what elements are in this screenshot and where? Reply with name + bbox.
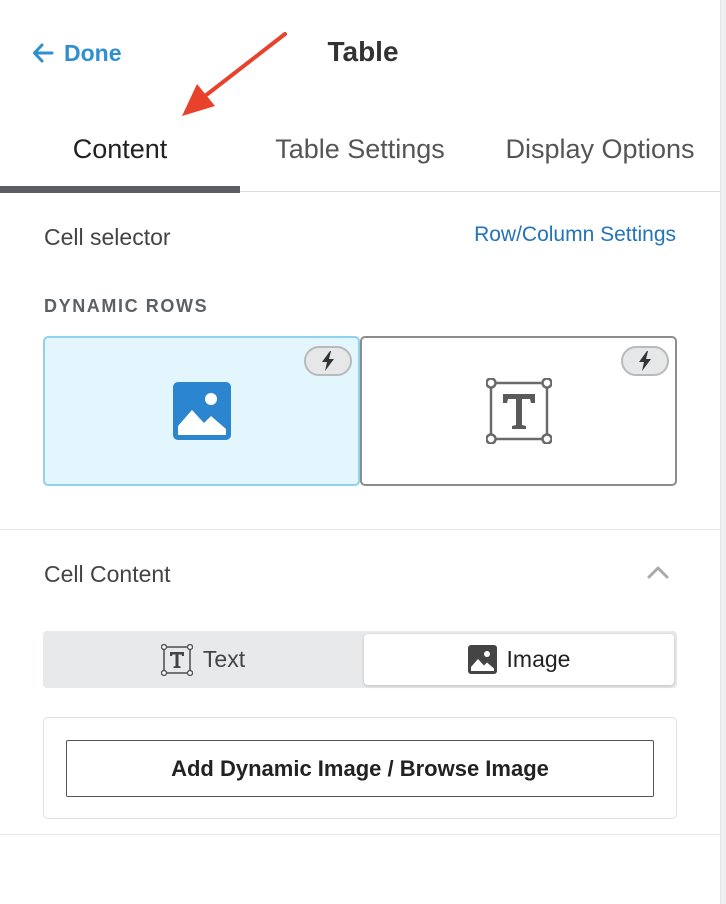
lightning-icon xyxy=(639,351,651,371)
add-dynamic-image-button[interactable]: Add Dynamic Image / Browse Image xyxy=(66,740,654,797)
tab-display-options[interactable]: Display Options xyxy=(480,108,720,192)
scrollbar-track[interactable] xyxy=(720,0,726,904)
toggle-image-button[interactable]: Image xyxy=(364,634,674,685)
toggle-image-label: Image xyxy=(506,646,571,672)
cell-image-selector[interactable] xyxy=(43,336,360,486)
chevron-up-icon[interactable] xyxy=(646,564,670,580)
text-box-icon xyxy=(160,643,193,676)
panel-header: Done Table xyxy=(0,0,720,116)
toggle-text-button[interactable]: Text xyxy=(43,631,363,688)
toggle-text-label: Text xyxy=(202,646,246,672)
section-divider xyxy=(0,834,720,835)
lightning-icon xyxy=(322,351,334,371)
dynamic-badge[interactable] xyxy=(621,346,669,376)
image-source-box: Add Dynamic Image / Browse Image xyxy=(43,717,677,819)
content-type-toggle: Text Image xyxy=(43,631,677,688)
dynamic-badge[interactable] xyxy=(304,346,352,376)
section-divider xyxy=(0,529,720,530)
cell-content-label: Cell Content xyxy=(44,561,171,587)
dynamic-rows-label: DYNAMIC ROWS xyxy=(44,296,209,316)
cell-text-selector[interactable] xyxy=(360,336,677,486)
text-box-icon xyxy=(485,378,552,444)
row-column-settings-link[interactable]: Row/Column Settings xyxy=(474,223,676,247)
image-icon xyxy=(172,382,231,440)
table-editor-panel: Done Table Content Table Settings Displa… xyxy=(0,0,720,904)
panel-title: Table xyxy=(327,36,399,67)
tab-content[interactable]: Content xyxy=(0,108,240,193)
tab-bar: Content Table Settings Display Options xyxy=(0,108,720,193)
image-icon xyxy=(467,645,497,674)
cell-selector-label: Cell selector xyxy=(44,224,171,250)
tab-table-settings[interactable]: Table Settings xyxy=(240,108,480,192)
